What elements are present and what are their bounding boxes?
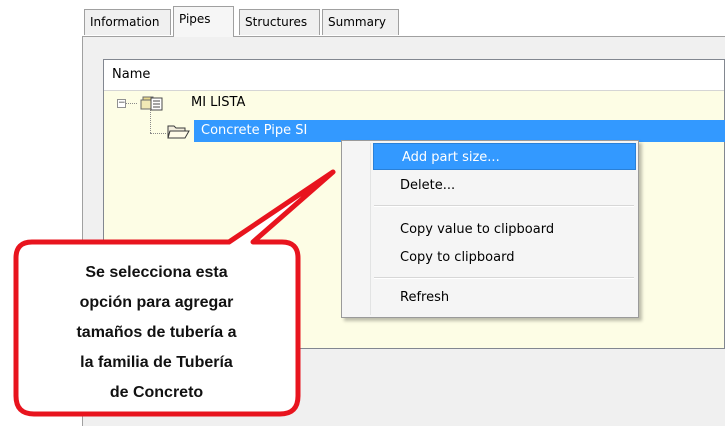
- tab-pipes[interactable]: Pipes: [173, 6, 234, 37]
- callout-line: la familia de Tubería: [80, 354, 233, 371]
- menu-item-copy-clipboard[interactable]: Copy to clipboard: [344, 244, 636, 271]
- menu-item-copy-value[interactable]: Copy value to clipboard: [344, 216, 636, 243]
- callout-text: Se selecciona esta opción para agregar t…: [24, 258, 289, 408]
- menu-separator: [374, 277, 634, 279]
- callout-line: tamaños de tubería a: [76, 324, 237, 341]
- menu-item-delete[interactable]: Delete...: [344, 172, 636, 199]
- menu-item-refresh[interactable]: Refresh: [344, 284, 636, 311]
- context-menu: Add part size... Delete... Copy value to…: [341, 140, 639, 318]
- callout-line: opción para agregar: [79, 294, 234, 311]
- callout-line: de Concreto: [109, 384, 204, 401]
- callout-line: Se selecciona esta: [85, 264, 228, 281]
- menu-separator: [374, 205, 634, 207]
- menu-item-add-part-size[interactable]: Add part size...: [373, 143, 636, 170]
